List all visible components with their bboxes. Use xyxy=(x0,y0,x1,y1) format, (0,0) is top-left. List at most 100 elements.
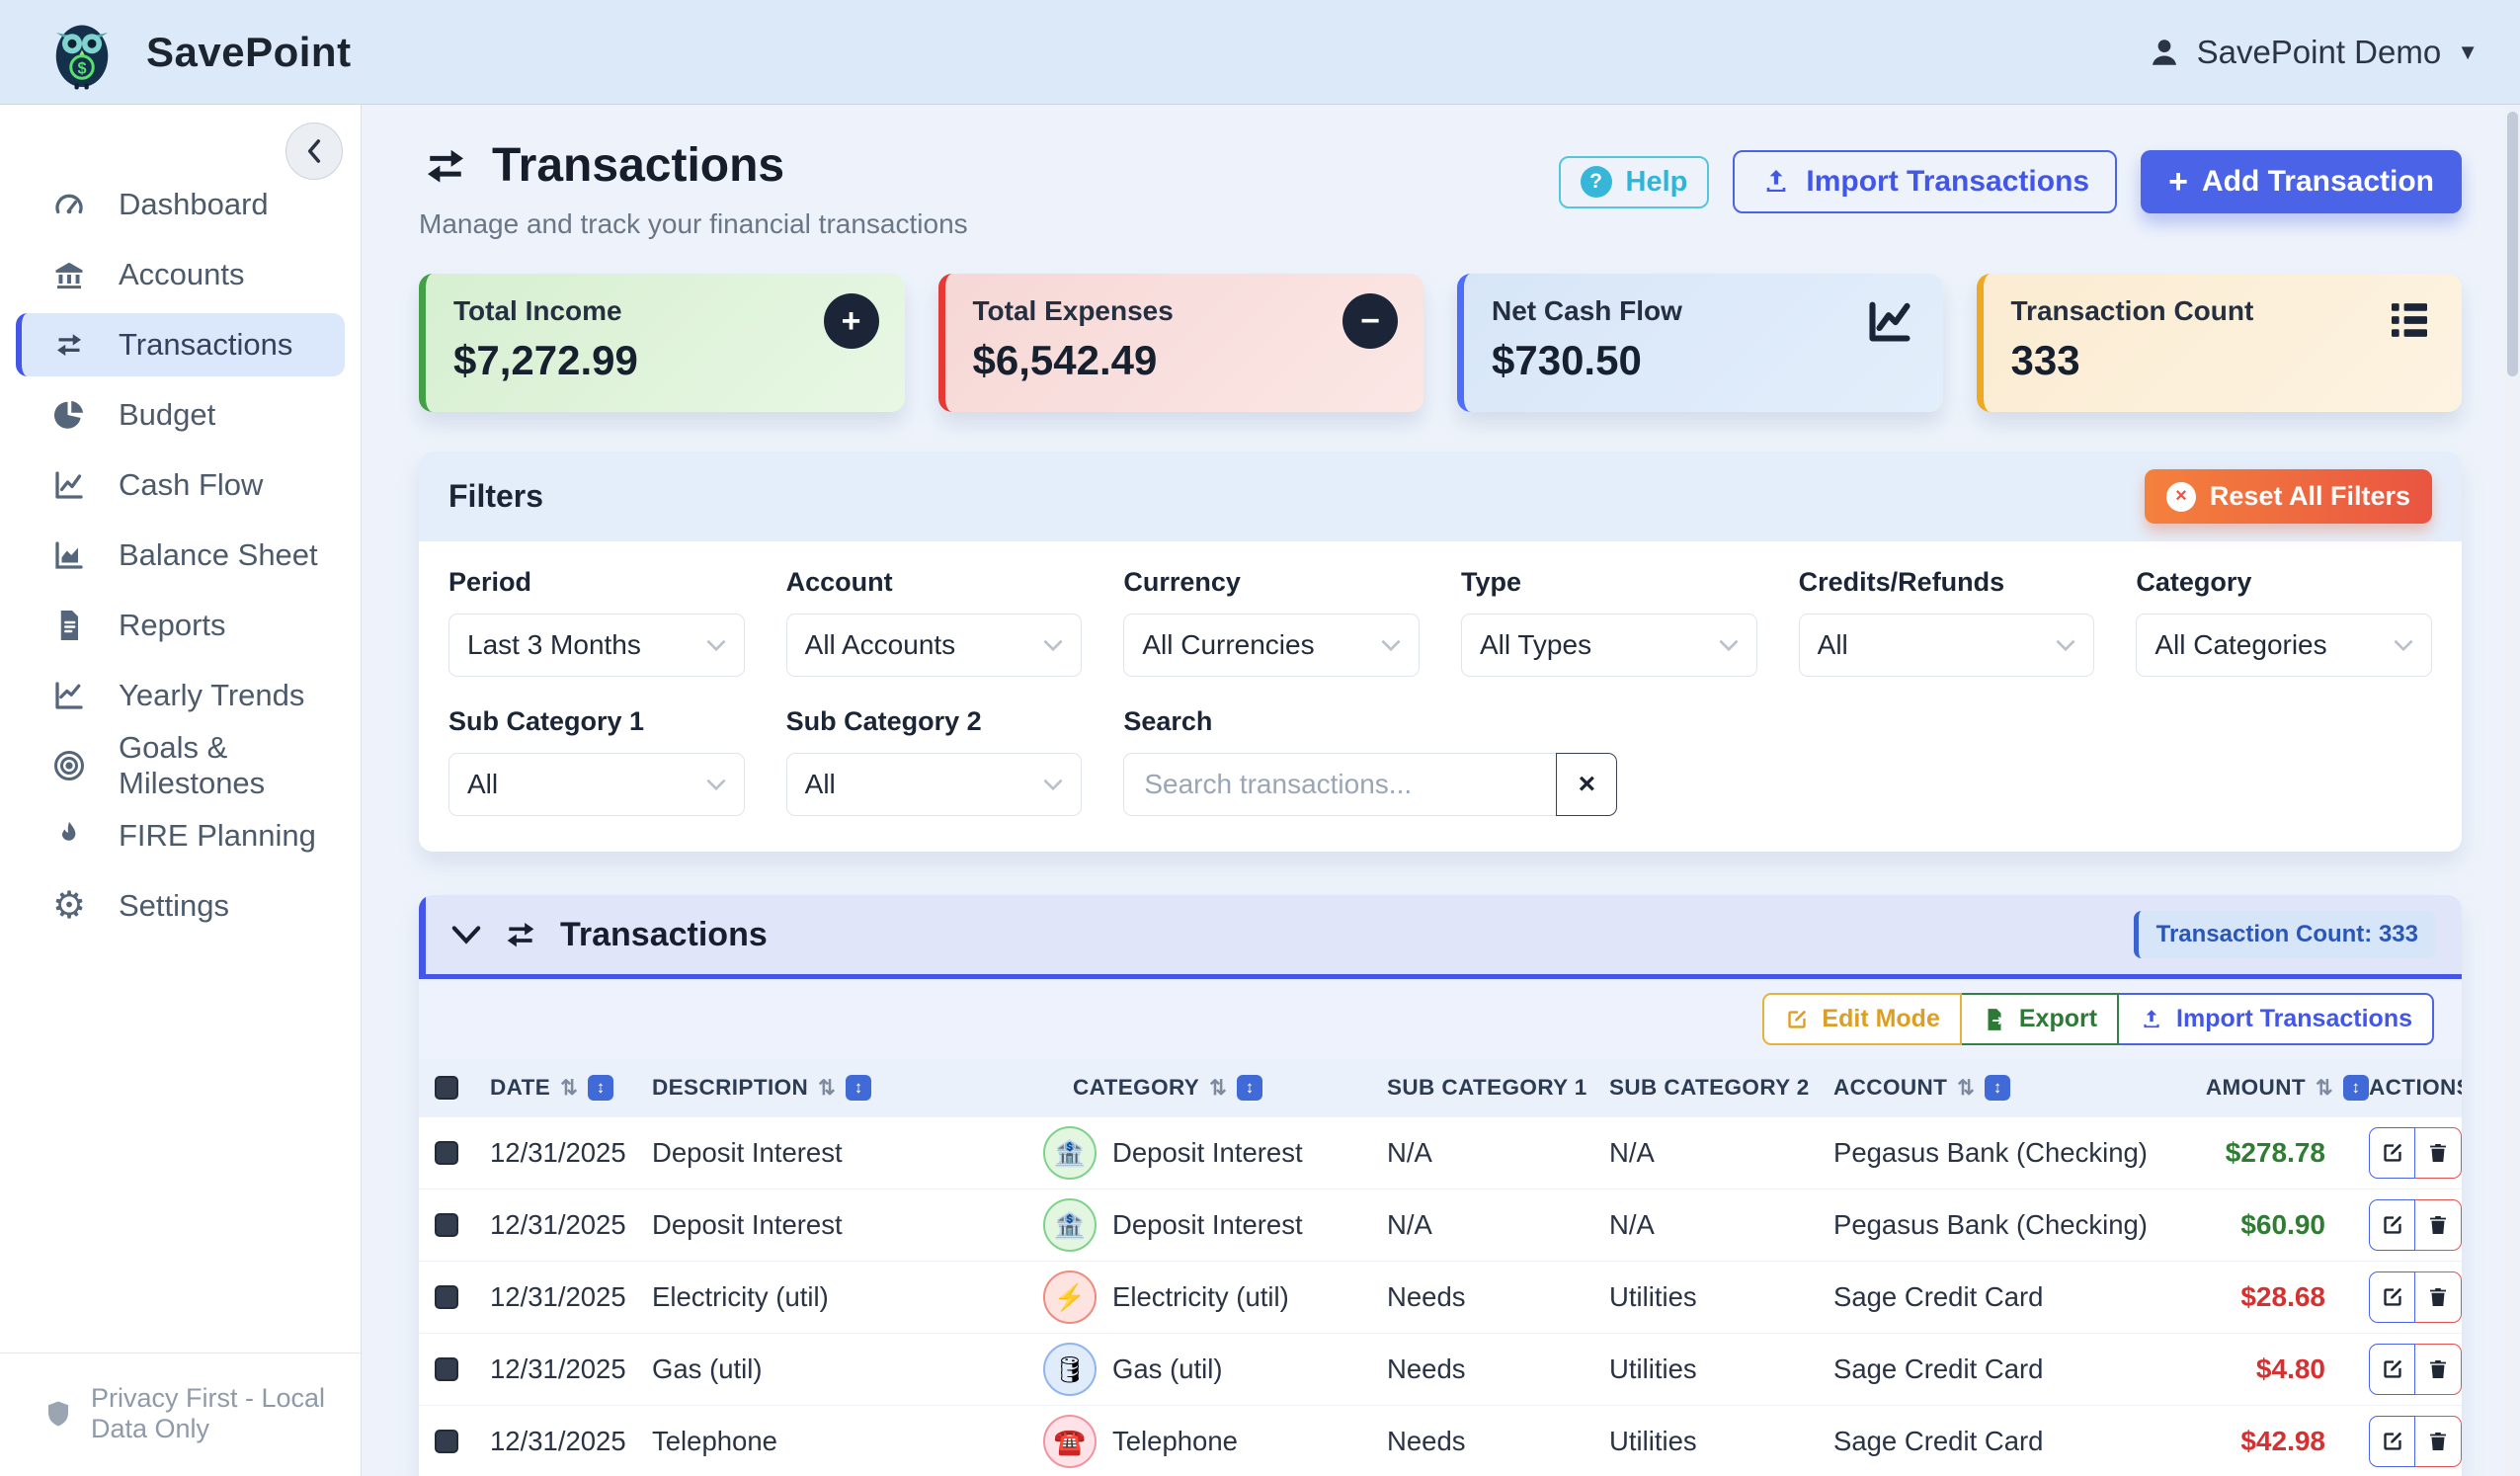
add-transaction-button[interactable]: + Add Transaction xyxy=(2141,150,2462,213)
clear-search-button[interactable]: × xyxy=(1556,753,1617,816)
scrollbar-thumb[interactable] xyxy=(2507,112,2518,376)
sidebar-item-goals-milestones[interactable]: Goals & Milestones xyxy=(16,734,345,797)
sidebar-item-balance-sheet[interactable]: Balance Sheet xyxy=(16,524,345,587)
sidebar-item-reports[interactable]: Reports xyxy=(16,594,345,657)
sidebar: Dashboard Accounts Transactions Budget C… xyxy=(0,105,362,1476)
delete-row-button[interactable] xyxy=(2415,1127,2462,1179)
row-checkbox[interactable] xyxy=(435,1285,458,1309)
cell-account: Sage Credit Card xyxy=(1833,1281,2154,1313)
card-label: Total Expenses xyxy=(973,295,1397,327)
edit-row-button[interactable] xyxy=(2369,1199,2415,1251)
chevron-down-icon xyxy=(706,638,726,652)
delete-row-button[interactable] xyxy=(2415,1271,2462,1323)
sort-icon[interactable]: ⇅ xyxy=(1209,1076,1227,1101)
delete-row-button[interactable] xyxy=(2415,1344,2462,1395)
cell-sub-category-1: N/A xyxy=(1387,1137,1609,1169)
export-label: Export xyxy=(2019,1005,2097,1033)
type-select[interactable]: All Types xyxy=(1461,614,1757,677)
select-all-checkbox[interactable] xyxy=(435,1076,458,1100)
sidebar-item-label: Reports xyxy=(119,608,226,643)
search-input[interactable] xyxy=(1123,753,1556,816)
account-select[interactable]: All Accounts xyxy=(786,614,1083,677)
plus-icon: + xyxy=(2168,165,2188,199)
cell-date: 12/31/2025 xyxy=(490,1281,652,1313)
cell-amount: $42.98 xyxy=(2154,1426,2369,1457)
plus-circle-icon: + xyxy=(824,293,879,349)
sidebar-item-budget[interactable]: Budget xyxy=(16,383,345,447)
credits-refunds-select[interactable]: All xyxy=(1799,614,2095,677)
help-button[interactable]: ? Help xyxy=(1559,156,1710,208)
cell-date: 12/31/2025 xyxy=(490,1209,652,1241)
row-checkbox[interactable] xyxy=(435,1430,458,1453)
row-checkbox[interactable] xyxy=(435,1141,458,1165)
section-title: Transactions xyxy=(560,916,768,954)
chevron-down-icon xyxy=(2056,638,2075,652)
summary-cards: Total Income $7,272.99 + Total Expenses … xyxy=(419,274,2462,412)
edit-mode-button[interactable]: Edit Mode xyxy=(1762,993,1961,1045)
filter-icon[interactable]: ↕ xyxy=(588,1075,613,1101)
table-row: 12/31/2025 Deposit Interest 🏦 Deposit In… xyxy=(419,1189,2462,1261)
filter-icon[interactable]: ↕ xyxy=(1985,1075,2010,1101)
cell-amount: $60.90 xyxy=(2154,1209,2369,1241)
filter-period: Period Last 3 Months xyxy=(448,567,745,677)
svg-text:$: $ xyxy=(77,59,86,77)
cell-category: ☎️ Telephone xyxy=(1043,1415,1387,1468)
gauge-icon xyxy=(49,185,89,224)
page-subtitle: Manage and track your financial transact… xyxy=(419,208,968,240)
cell-actions xyxy=(2369,1416,2462,1467)
sidebar-item-settings[interactable]: ⚙ Settings xyxy=(16,874,345,938)
sort-icon[interactable]: ⇅ xyxy=(560,1076,578,1101)
filter-icon[interactable]: ↕ xyxy=(2343,1075,2369,1101)
category-select[interactable]: All Categories xyxy=(2136,614,2432,677)
sidebar-item-label: Settings xyxy=(119,888,229,924)
sidebar-item-accounts[interactable]: Accounts xyxy=(16,243,345,306)
sub-category-2-select[interactable]: All xyxy=(786,753,1083,816)
transactions-table-section: Transactions Transaction Count: 333 Edit… xyxy=(419,895,2462,1476)
delete-row-button[interactable] xyxy=(2415,1416,2462,1467)
filter-icon[interactable]: ↕ xyxy=(1237,1075,1262,1101)
period-select[interactable]: Last 3 Months xyxy=(448,614,745,677)
sort-icon[interactable]: ⇅ xyxy=(1957,1076,1975,1101)
import-transactions-small-button[interactable]: Import Transactions xyxy=(2119,993,2434,1045)
transaction-count-badge: Transaction Count: 333 xyxy=(2134,911,2436,958)
transfer-arrows-icon xyxy=(419,139,472,193)
edit-row-button[interactable] xyxy=(2369,1416,2415,1467)
edit-row-button[interactable] xyxy=(2369,1127,2415,1179)
pie-chart-icon xyxy=(49,395,89,435)
sidebar-item-cash-flow[interactable]: Cash Flow xyxy=(16,453,345,517)
row-checkbox[interactable] xyxy=(435,1357,458,1381)
shield-icon xyxy=(43,1399,73,1429)
filter-currency: Currency All Currencies xyxy=(1123,567,1420,677)
sort-icon[interactable]: ⇅ xyxy=(2316,1076,2333,1101)
currency-select[interactable]: All Currencies xyxy=(1123,614,1420,677)
card-label: Net Cash Flow xyxy=(1492,295,1915,327)
column-description: DESCRIPTION⇅↕ xyxy=(652,1075,1043,1101)
main-content: Transactions Manage and track your finan… xyxy=(362,105,2505,1476)
privacy-footer-text: Privacy First - Local Data Only xyxy=(91,1383,341,1444)
reset-all-filters-button[interactable]: × Reset All Filters xyxy=(2145,469,2432,524)
chevron-down-icon[interactable] xyxy=(451,925,481,944)
edit-row-button[interactable] xyxy=(2369,1271,2415,1323)
chevron-down-icon xyxy=(1719,638,1739,652)
sidebar-item-fire-planning[interactable]: FIRE Planning xyxy=(16,804,345,867)
chevron-down-icon xyxy=(2394,638,2413,652)
export-button[interactable]: Export xyxy=(1962,993,2119,1045)
gear-icon: ⚙ xyxy=(49,886,89,926)
import-transactions-button[interactable]: Import Transactions xyxy=(1733,150,2117,213)
sidebar-collapse-button[interactable] xyxy=(285,123,343,180)
card-label: Transaction Count xyxy=(2011,295,2435,327)
cell-account: Sage Credit Card xyxy=(1833,1426,2154,1457)
sidebar-item-dashboard[interactable]: Dashboard xyxy=(16,173,345,236)
row-checkbox[interactable] xyxy=(435,1213,458,1237)
filter-icon[interactable]: ↕ xyxy=(846,1075,871,1101)
sidebar-item-transactions[interactable]: Transactions xyxy=(16,313,345,376)
edit-row-button[interactable] xyxy=(2369,1344,2415,1395)
privacy-footer: Privacy First - Local Data Only xyxy=(0,1353,361,1476)
sidebar-item-yearly-trends[interactable]: Yearly Trends xyxy=(16,664,345,727)
table-toolbar: Edit Mode Export Import Transactions xyxy=(419,979,2462,1059)
user-menu[interactable]: SavePoint Demo ▼ xyxy=(2148,34,2479,71)
delete-row-button[interactable] xyxy=(2415,1199,2462,1251)
sort-icon[interactable]: ⇅ xyxy=(818,1076,836,1101)
sub-category-1-select[interactable]: All xyxy=(448,753,745,816)
target-icon xyxy=(49,746,89,785)
